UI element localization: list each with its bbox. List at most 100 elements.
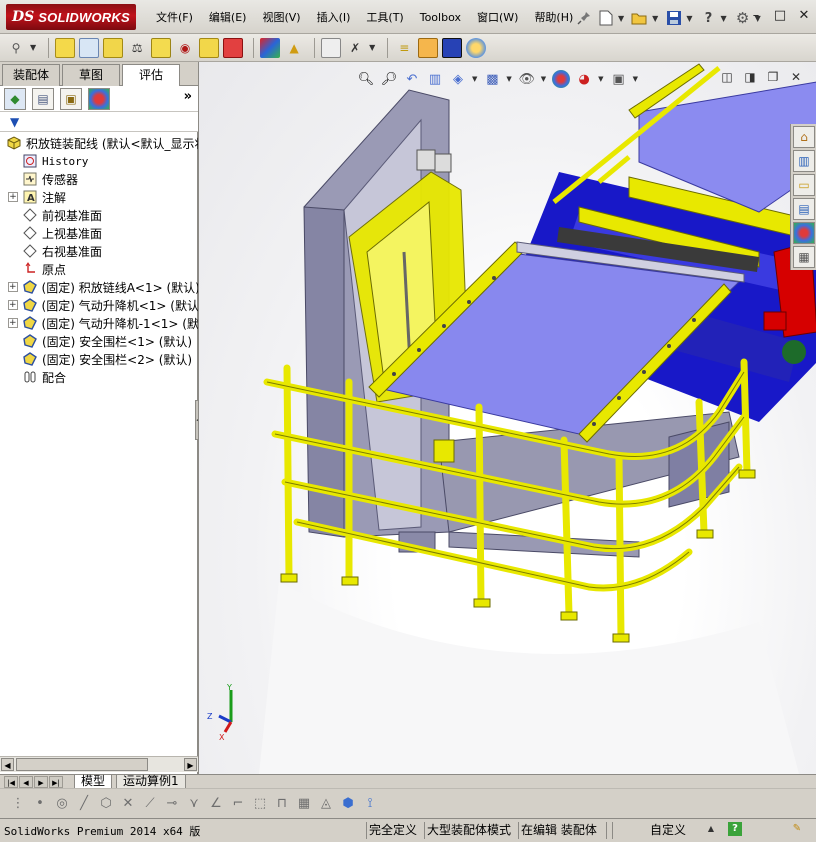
assembly-model-view[interactable] [199, 62, 816, 774]
bill-of-materials-icon[interactable]: ▲ [284, 38, 304, 58]
tree-item-component[interactable]: + (固定) 积放链线A<1> (默认) [0, 278, 198, 296]
exploded-view-icon[interactable] [321, 37, 342, 58]
assembly-tools-icon[interactable]: ⚲ [6, 38, 26, 58]
edit-appearance-icon[interactable] [552, 70, 571, 88]
split-vertical-icon[interactable]: ◨ [742, 70, 758, 86]
first-tab-icon[interactable]: |◀ [4, 776, 18, 788]
new-dropdown-icon[interactable]: ▼ [618, 14, 624, 23]
grid-icon[interactable]: ▦ [294, 794, 314, 814]
tab-model[interactable]: 模型 [74, 775, 113, 789]
tree-item-sensors[interactable]: 传感器 [0, 170, 198, 188]
expand-icon[interactable]: + [8, 192, 18, 202]
scroll-thumb[interactable] [16, 758, 148, 771]
help-dropdown-icon[interactable]: ▼ [720, 14, 726, 23]
minimize-button[interactable]: – [748, 8, 764, 24]
tree-item-front-plane[interactable]: 前视基准面 [0, 206, 198, 224]
mate-icon[interactable] [79, 37, 100, 58]
tab-sketch[interactable]: 草图 [62, 64, 120, 86]
line-icon[interactable]: ╱ [74, 794, 94, 814]
split-horizontal-icon[interactable]: ◫ [719, 70, 735, 86]
assembly-tools-dropdown-icon[interactable]: ▼ [30, 43, 36, 52]
interference-detection-icon[interactable]: ≡ [394, 38, 414, 58]
last-tab-icon[interactable]: ▶| [49, 776, 63, 788]
corner-icon[interactable]: ∠ [206, 794, 226, 814]
tree-item-component[interactable]: + (固定) 气动升降机-1<1> (默认) [0, 314, 198, 332]
previous-view-icon[interactable]: ↶ [403, 70, 421, 88]
units-dropdown-icon[interactable]: ▲ [704, 822, 718, 836]
more-managers-icon[interactable]: » [184, 89, 192, 104]
section-view-icon[interactable]: ▥ [426, 70, 444, 88]
zoom-to-area-icon[interactable]: 🔎︎ [380, 70, 398, 88]
tab-motion-study[interactable]: 运动算例1 [116, 775, 186, 789]
solidworks-logo[interactable]: DS SOLIDWORKS [6, 4, 136, 30]
appearance-icon[interactable] [466, 37, 487, 58]
hole-alignment-icon[interactable] [442, 37, 463, 58]
point-icon[interactable]: • [30, 794, 50, 814]
polygon-icon[interactable]: ⬡ [96, 794, 116, 814]
new-document-icon[interactable] [596, 8, 616, 28]
insert-components-icon[interactable] [55, 37, 76, 58]
apply-scene-dropdown-icon[interactable]: ▼ [598, 75, 603, 83]
offset-icon[interactable]: ⊸ [162, 794, 182, 814]
view-settings-dropdown-icon[interactable]: ▼ [633, 75, 638, 83]
tree-item-annotations[interactable]: + A 注解 [0, 188, 198, 206]
maximize-button[interactable]: □ [772, 8, 788, 24]
hide-show-dropdown-icon[interactable]: ▼ [541, 75, 546, 83]
feature-manager-icon[interactable]: ◆ [4, 87, 26, 110]
apply-scene-icon[interactable]: ◕ [575, 70, 593, 88]
sketch-fillet-icon[interactable]: ⟋ [140, 794, 160, 814]
assembly-features-icon[interactable] [199, 37, 220, 58]
tree-item-right-plane[interactable]: 右视基准面 [0, 242, 198, 260]
design-library-icon[interactable]: ▥ [793, 150, 815, 172]
hide-show-items-icon[interactable]: 👁︎ [518, 70, 536, 88]
expand-icon[interactable]: + [8, 282, 18, 292]
move-component-icon[interactable] [151, 37, 172, 58]
view-settings-icon[interactable]: ▣ [610, 70, 628, 88]
expand-icon[interactable]: + [8, 318, 18, 328]
save-dropdown-icon[interactable]: ▼ [686, 14, 692, 23]
menu-edit[interactable]: 编辑(E) [201, 9, 255, 27]
tree-horizontal-scrollbar[interactable]: ◀ ▶ [0, 756, 198, 772]
expand-icon[interactable]: + [8, 300, 18, 310]
smart-fasteners-icon[interactable]: ⚖ [127, 38, 147, 58]
relation-icon[interactable]: ◬ [316, 794, 336, 814]
property-manager-icon[interactable]: ▤ [32, 87, 54, 110]
next-tab-icon[interactable]: ▶ [34, 776, 48, 788]
tab-assembly[interactable]: 装配体 [2, 64, 60, 86]
menu-view[interactable]: 视图(V) [254, 9, 308, 27]
explode-line-sketch-icon[interactable]: ✗ [345, 38, 365, 58]
open-dropdown-icon[interactable]: ▼ [652, 14, 658, 23]
menu-window[interactable]: 窗口(W) [469, 9, 526, 27]
smart-dimension-icon[interactable]: ⌐ [228, 794, 248, 814]
file-explorer-icon[interactable]: ▭ [793, 174, 815, 196]
zoom-to-fit-icon[interactable]: 🔍︎ [357, 70, 375, 88]
tree-item-component[interactable]: + (固定) 气动升降机<1> (默认) [0, 296, 198, 314]
dimension-bracket-icon[interactable]: ⊓ [272, 794, 292, 814]
tree-item-mates[interactable]: 配合 [0, 368, 198, 386]
custom-properties-icon[interactable]: ▦ [793, 246, 815, 268]
menu-file[interactable]: 文件(F) [148, 9, 201, 27]
tree-root-assembly[interactable]: 积放链装配线 (默认<默认_显示状态-1>) [0, 134, 198, 152]
menu-insert[interactable]: 插入(I) [309, 9, 359, 27]
menu-tools[interactable]: 工具(T) [358, 9, 411, 27]
clearance-verification-icon[interactable] [418, 37, 439, 58]
save-icon[interactable] [664, 8, 684, 28]
tree-item-component[interactable]: (固定) 安全围栏<1> (默认) [0, 332, 198, 350]
restore-icon[interactable]: ❐ [765, 70, 781, 86]
help-icon[interactable]: ? [728, 822, 742, 836]
display-style-icon[interactable]: ▩ [483, 70, 501, 88]
new-motion-study-icon[interactable] [260, 37, 281, 58]
rebuild-icon[interactable]: ✎ [790, 822, 804, 836]
trim-icon[interactable]: ✕ [118, 794, 138, 814]
tree-item-top-plane[interactable]: 上视基准面 [0, 224, 198, 242]
filter-icon[interactable]: ▼ [10, 112, 19, 132]
scroll-left-icon[interactable]: ◀ [1, 758, 14, 771]
appearances-icon[interactable] [793, 222, 815, 244]
graphics-area[interactable]: 🔍︎ 🔎︎ ↶ ▥ ◈ ▼ ▩ ▼ 👁︎ ▼ ◕ ▼ ▣ ▼ ◫ ◨ ❐ ✕ ⌂… [198, 62, 816, 774]
reference-geometry-icon[interactable] [223, 37, 244, 58]
mirror-icon[interactable]: ⋎ [184, 794, 204, 814]
tree-item-history[interactable]: History [0, 152, 198, 170]
close-icon[interactable]: ✕ [788, 70, 804, 86]
prev-tab-icon[interactable]: ◀ [19, 776, 33, 788]
configuration-manager-icon[interactable]: ▣ [60, 87, 82, 110]
